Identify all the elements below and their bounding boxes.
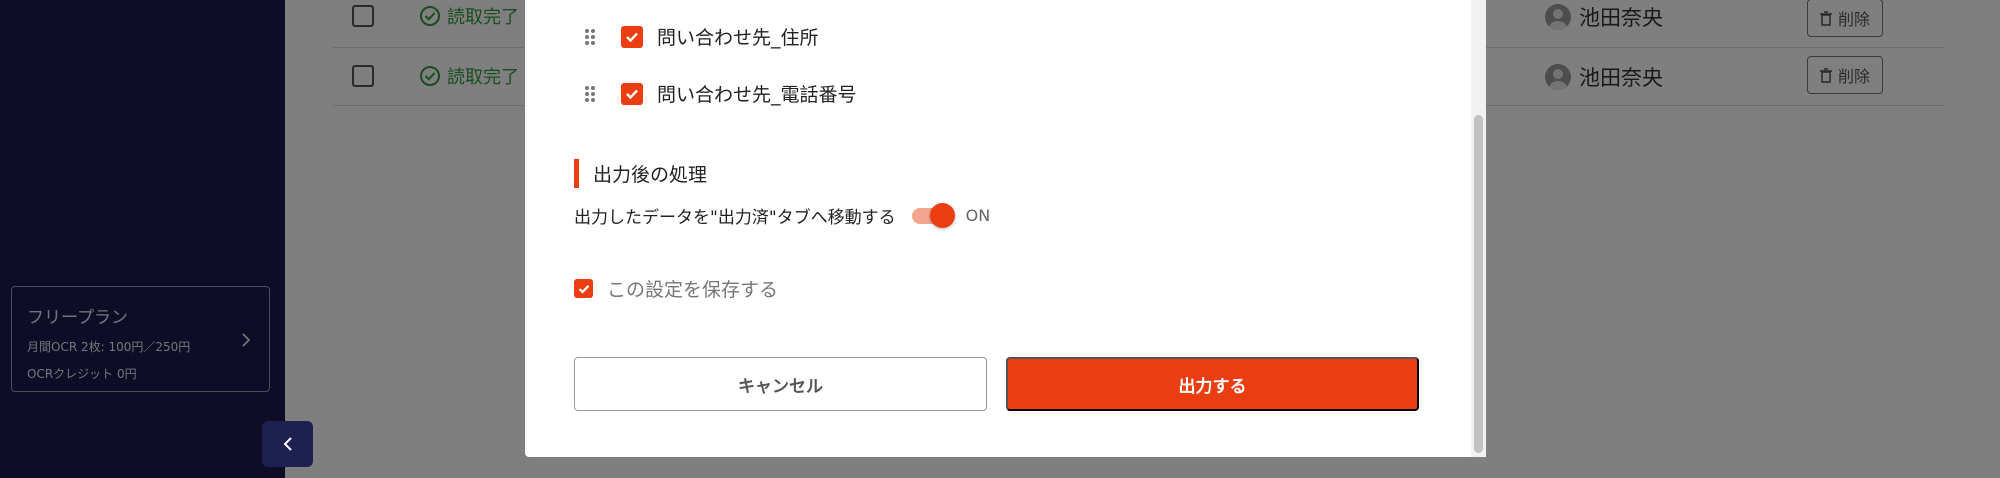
save-setting-label: この設定を保存する xyxy=(607,279,779,301)
export-button[interactable]: 出力する xyxy=(1006,357,1419,411)
export-dialog: 問い合わせ先_住所 問い合わせ先_電話番号 出力後の処理 出力したデータを"出力… xyxy=(525,0,1486,457)
field-item[interactable]: 問い合わせ先_住所 xyxy=(583,23,819,50)
toggle-state-label: ON xyxy=(965,205,991,225)
field-item[interactable]: 問い合わせ先_電話番号 xyxy=(583,80,857,107)
save-setting-checkbox[interactable] xyxy=(574,279,593,298)
checkmark-icon xyxy=(578,284,589,294)
move-to-exported-label: 出力したデータを"出力済"タブへ移動する xyxy=(574,207,896,228)
modal-scrollbar[interactable] xyxy=(1471,0,1486,457)
save-setting-row[interactable]: この設定を保存する xyxy=(574,275,778,302)
collapse-sidebar-button[interactable] xyxy=(262,421,313,467)
field-checkbox[interactable] xyxy=(621,82,643,105)
checkmark-icon xyxy=(626,89,638,99)
toggle-knob xyxy=(929,203,955,228)
move-to-exported-toggle[interactable] xyxy=(910,200,956,230)
field-checkbox[interactable] xyxy=(621,25,643,48)
drag-handle-icon[interactable] xyxy=(583,27,597,47)
field-label: 問い合わせ先_住所 xyxy=(657,27,819,49)
post-process-title: 出力後の処理 xyxy=(593,164,708,186)
checkmark-icon xyxy=(626,32,638,42)
field-label: 問い合わせ先_電話番号 xyxy=(657,84,857,106)
section-title: 出力後の処理 xyxy=(574,159,707,188)
drag-handle-icon[interactable] xyxy=(583,84,597,104)
cancel-button[interactable]: キャンセル xyxy=(574,357,987,411)
scrollbar-thumb[interactable] xyxy=(1474,115,1483,453)
section-accent-bar xyxy=(574,159,579,188)
move-to-exported-setting: 出力したデータを"出力済"タブへ移動する ON xyxy=(574,200,990,230)
chevron-left-icon xyxy=(283,437,292,451)
